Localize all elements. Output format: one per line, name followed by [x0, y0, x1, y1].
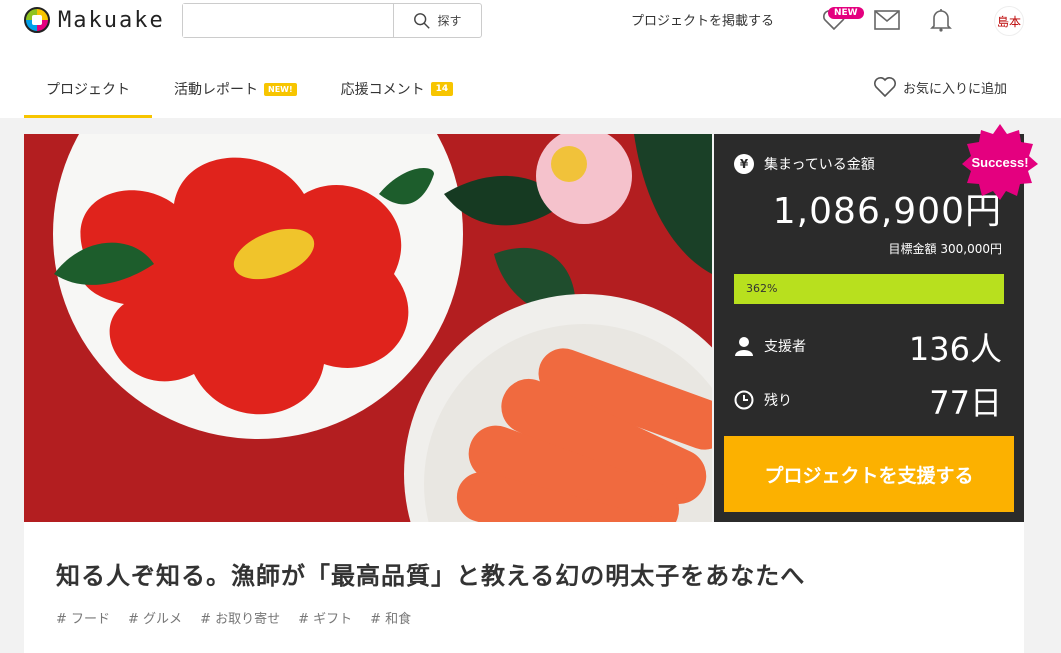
search-icon — [414, 12, 431, 29]
supporters-label-text: 支援者 — [764, 339, 806, 355]
success-text: Success! — [971, 155, 1028, 170]
search-button[interactable]: 探す — [393, 4, 481, 37]
comment-count-badge: 14 — [430, 82, 454, 96]
new-badge: NEW — [828, 7, 864, 19]
favorite-label: お気に入りに追加 — [903, 81, 1008, 97]
bell-icon[interactable] — [927, 6, 955, 34]
favorite-button[interactable]: お気に入りに追加 — [873, 76, 1007, 98]
project-title: 知る人ぞ知る。漁師が「最高品質」と教える幻の明太子をあなたへ — [56, 562, 806, 590]
avatar-text: 島本 — [996, 14, 1021, 29]
logo-icon — [24, 7, 50, 33]
logo-text: Makuake — [58, 7, 165, 33]
remaining-label-text: 残り — [764, 393, 792, 409]
post-project-link[interactable]: プロジェクトを掲載する — [631, 10, 774, 29]
hero-illustration — [24, 134, 712, 522]
tab-label: 活動レポート — [174, 82, 258, 98]
header: Makuake 探す プロジェクトを掲載する NEW 島本 プロジェクト 活動レ… — [0, 0, 1061, 118]
project-hero-image — [24, 134, 712, 522]
progress-bar: 362% — [734, 274, 1004, 304]
money-label-text: 集まっている金額 — [764, 157, 875, 173]
remaining-days: 77日 — [929, 384, 1002, 422]
project-tabs: プロジェクト 活動レポート NEW! 応援コメント 14 — [24, 60, 475, 118]
project-info: 知る人ぞ知る。漁師が「最高品質」と教える幻の明太子をあなたへ # フード # グ… — [24, 522, 1024, 653]
search-button-label: 探す — [437, 14, 462, 28]
progress-percent: 362% — [746, 282, 778, 295]
search-box: 探す — [182, 3, 482, 38]
supporters-label: 支援者 — [734, 336, 806, 356]
search-input[interactable] — [183, 4, 393, 37]
clock-icon — [734, 390, 754, 410]
supporters-count: 136人 — [908, 330, 1002, 368]
remaining-label: 残り — [734, 390, 792, 410]
tab-support-comments[interactable]: 応援コメント 14 — [319, 60, 476, 118]
yen-icon: ¥ — [734, 154, 754, 174]
mail-icon[interactable] — [873, 6, 901, 34]
tag-link[interactable]: # 和食 — [370, 608, 411, 627]
makuake-logo[interactable]: Makuake — [24, 7, 165, 33]
tag-link[interactable]: # グルメ — [128, 608, 182, 627]
support-project-button[interactable]: プロジェクトを支援する — [724, 436, 1014, 512]
tab-activity-report[interactable]: 活動レポート NEW! — [152, 60, 319, 118]
tag-link[interactable]: # ギフト — [298, 608, 352, 627]
tab-label: プロジェクト — [46, 82, 130, 98]
tab-project[interactable]: プロジェクト — [24, 60, 152, 118]
success-badge: Success! — [962, 124, 1038, 200]
user-avatar[interactable]: 島本 — [994, 6, 1024, 36]
project-tags: # フード # グルメ # お取り寄せ # ギフト # 和食 — [56, 608, 411, 627]
tag-link[interactable]: # フード — [56, 608, 110, 627]
tab-label: 応援コメント — [340, 82, 425, 98]
money-label: ¥ 集まっている金額 — [734, 154, 875, 174]
new-tag: NEW! — [264, 82, 297, 96]
heart-outline-icon — [874, 77, 896, 98]
person-icon — [735, 337, 753, 356]
tag-link[interactable]: # お取り寄せ — [200, 608, 280, 627]
target-amount: 目標金額 300,000円 — [888, 242, 1002, 256]
